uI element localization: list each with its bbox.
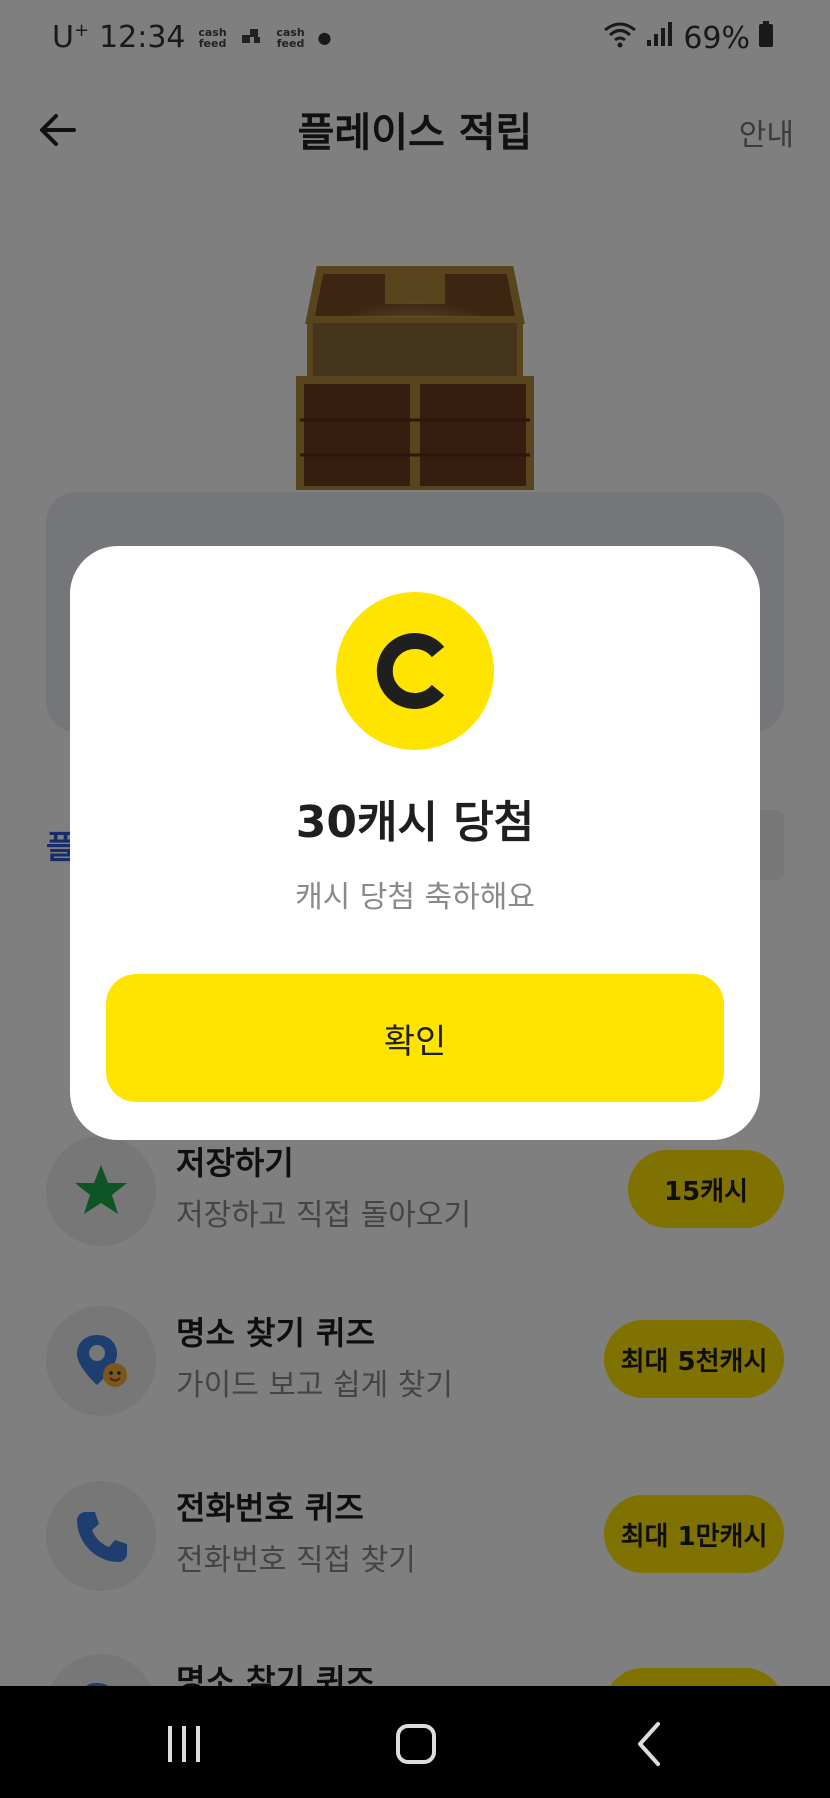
confirm-button[interactable]: 확인	[106, 974, 724, 1102]
home-icon	[396, 1724, 436, 1764]
letter-c-icon	[376, 633, 445, 709]
recent-apps-icon	[168, 1726, 200, 1762]
dialog-message: 캐시 당첨 축하해요	[295, 880, 535, 915]
system-nav-bar	[0, 1686, 830, 1798]
back-nav-button[interactable]	[620, 1716, 680, 1772]
chevron-left-icon	[638, 1722, 660, 1766]
reward-dialog: 30캐시 당첨 캐시 당첨 축하해요 확인	[70, 546, 760, 1140]
cash-coin-icon	[336, 592, 494, 750]
dialog-title: 30캐시 당첨	[295, 797, 535, 848]
recent-apps-button[interactable]	[154, 1716, 214, 1772]
home-button[interactable]	[386, 1716, 446, 1772]
